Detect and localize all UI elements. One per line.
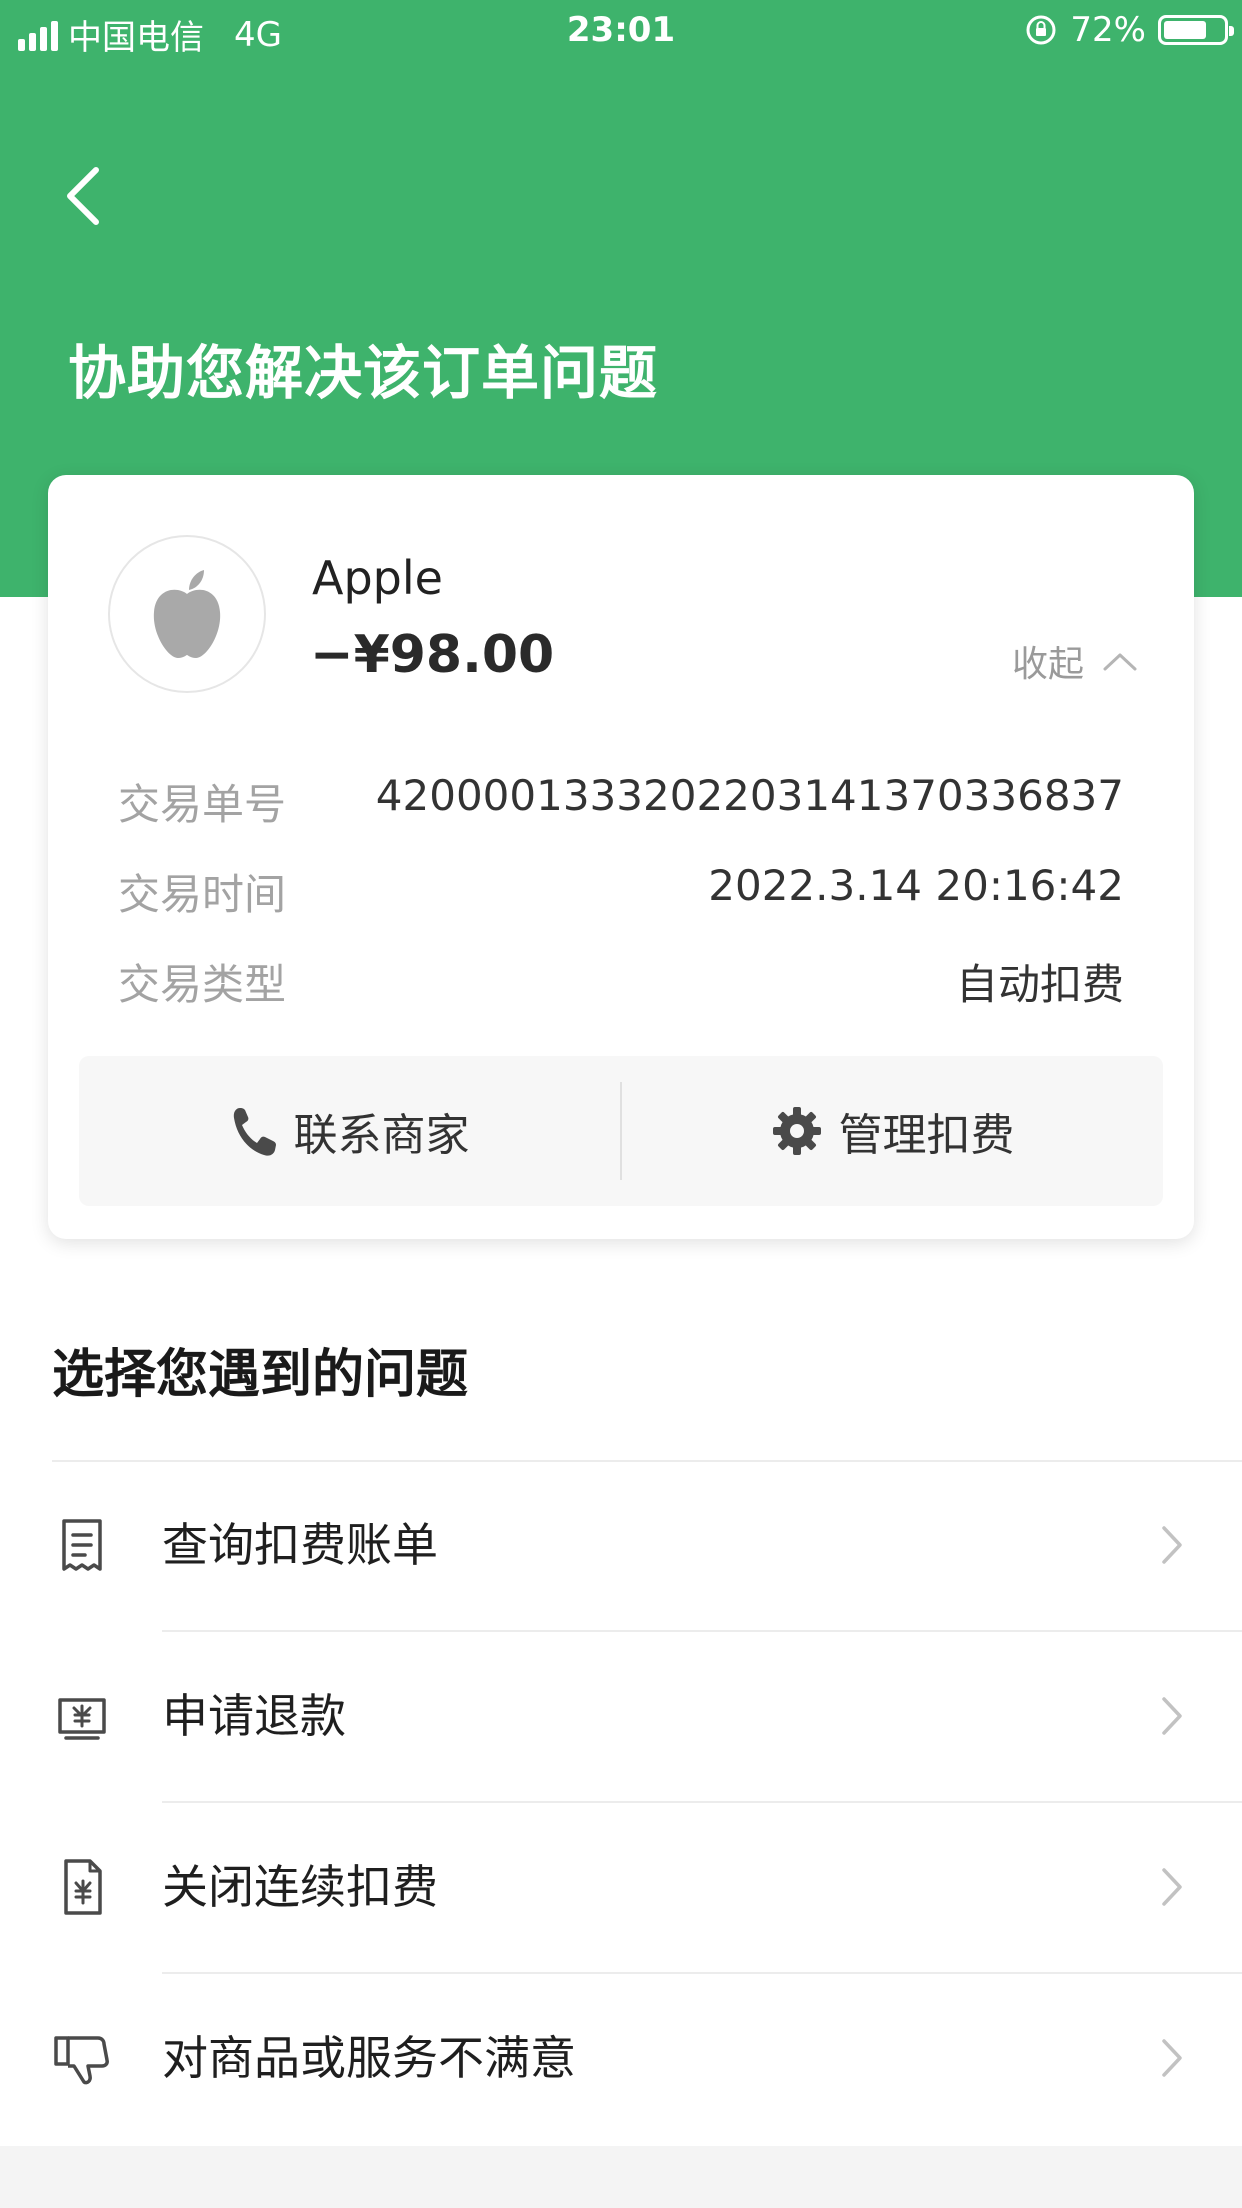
chevron-up-icon (1103, 653, 1137, 671)
collapse-label: 收起 (1011, 644, 1084, 685)
chevron-right-icon (1162, 1697, 1182, 1735)
thumbs-down-icon (54, 2036, 109, 2085)
order-card: Apple −¥98.00 收起 交易单号 420000133320220314… (48, 475, 1194, 1239)
battery-percent: 72% (1070, 10, 1146, 50)
back-button[interactable] (56, 160, 116, 232)
chevron-right-icon (1162, 1868, 1182, 1906)
detail-label: 交易时间 (118, 870, 287, 919)
detail-value: 2022.3.14 20:16:42 (708, 861, 1124, 910)
collapse-toggle[interactable]: 收起 (1012, 635, 1138, 687)
bottom-strip (0, 2146, 1242, 2208)
merchant-avatar (108, 535, 266, 693)
question-item-close-auto-deduct[interactable]: 关闭连续扣费 (0, 1802, 1242, 1972)
gear-icon (772, 1107, 821, 1155)
question-item-refund[interactable]: 申请退款 (0, 1631, 1242, 1801)
chevron-right-icon (1162, 2039, 1182, 2077)
detail-label: 交易单号 (118, 780, 287, 829)
chevron-right-icon (1162, 1526, 1182, 1564)
detail-row-time: 交易时间 2022.3.14 20:16:42 (118, 861, 1124, 922)
question-label: 申请退款 (162, 1689, 346, 1743)
battery-cap (1229, 26, 1234, 36)
detail-label: 交易类型 (118, 960, 287, 1009)
question-label: 对商品或服务不满意 (162, 2031, 576, 2085)
back-arrow-icon (67, 167, 99, 225)
orientation-lock-icon (1026, 15, 1056, 45)
question-label: 查询扣费账单 (162, 1518, 438, 1572)
manage-deduction-label: 管理扣费 (838, 1110, 1015, 1161)
detail-row-type: 交易类型 自动扣费 (118, 951, 1124, 1012)
battery-fill (1164, 21, 1206, 39)
apple-logo-icon (153, 570, 221, 658)
order-amount: −¥98.00 (310, 625, 555, 685)
phone-icon (233, 1108, 276, 1156)
contact-merchant-label: 联系商家 (293, 1110, 470, 1161)
document-yuan-icon (64, 1859, 102, 1915)
contact-merchant-button[interactable]: 联系商家 (79, 1056, 620, 1206)
question-item-dissatisfied[interactable]: 对商品或服务不满意 (0, 1973, 1242, 2143)
question-item-query-bill[interactable]: 查询扣费账单 (0, 1460, 1242, 1630)
battery-icon (1158, 15, 1234, 45)
merchant-name: Apple (312, 551, 443, 605)
question-label: 关闭连续扣费 (162, 1860, 438, 1914)
detail-row-order-no: 交易单号 4200001333202203141370336837 (118, 771, 1124, 832)
detail-value: 4200001333202203141370336837 (375, 771, 1124, 820)
detail-value: 自动扣费 (955, 960, 1124, 1009)
refund-icon (58, 1698, 106, 1740)
status-bar: 中国电信 4G 23:01 72% (0, 0, 1242, 62)
receipt-icon (62, 1519, 102, 1571)
status-right: 72% (1024, 10, 1234, 50)
order-actions: 联系商家 管理扣费 (79, 1056, 1163, 1206)
questions-title: 选择您遇到的问题 (52, 1345, 469, 1405)
manage-deduction-button[interactable]: 管理扣费 (622, 1056, 1163, 1206)
page-title: 协助您解决该订单问题 (68, 339, 659, 407)
